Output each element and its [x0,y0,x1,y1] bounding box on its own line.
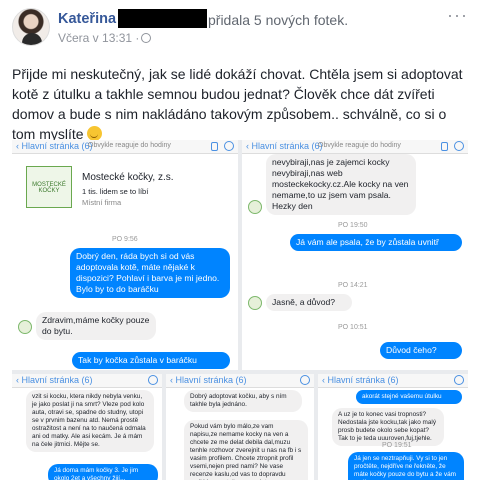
author-avatar[interactable] [12,8,50,46]
back-link: ‹ Hlavní stránka (6) [246,141,323,151]
incoming-message: Pokud vám bylo málo,ze vam napisu,ze nem… [184,420,308,480]
messenger-topbar: ‹ Hlavní stránka (6) [12,374,162,388]
photo-3[interactable]: ‹ Hlavní stránka (6) vzit si kocku, kter… [12,374,162,480]
messenger-topbar: ‹ Hlavní stránka (6) Obvykle reaguje do … [242,140,468,154]
messenger-topbar: ‹ Hlavní stránka (6) Obvykle reaguje do … [12,140,238,154]
incoming-message: A uz je to konec vasi tropnosti? Nedosta… [332,408,444,446]
author-name[interactable]: Kateřina [58,11,116,27]
incoming-message: vzit si kocku, ktera nikdy nebyla venku,… [26,390,154,452]
messenger-topbar: ‹ Hlavní stránka (6) [166,374,314,388]
gear-icon [300,375,310,385]
gear-icon [148,375,158,385]
page-avatar [248,296,262,310]
page-likes: 1 tis. lidem se to líbí [82,187,149,196]
page-type: Místní firma [82,198,122,207]
back-link: ‹ Hlavní stránka (6) [16,141,93,151]
photo-collage[interactable]: ‹ Hlavní stránka (6) Obvykle reaguje do … [12,140,468,480]
incoming-message: Jasně, a důvod? [266,294,352,311]
incoming-message: nevybiraji,nas je zajemci kocky nevybira… [266,154,416,215]
photo-4[interactable]: ‹ Hlavní stránka (6) Dobrý adoptovat koč… [166,374,314,480]
outgoing-message: Dobrý den, ráda bych si od vás adoptoval… [70,248,230,298]
more-options-icon[interactable]: ··· [447,5,468,26]
outgoing-message: Já doma mám kočky 3. Je jim okolo 2et a … [48,464,158,480]
message-time: PO 19:50 [338,222,368,229]
photo-1[interactable]: ‹ Hlavní stránka (6) Obvykle reaguje do … [12,140,238,370]
response-time-label: Obvykle reaguje do hodiny [88,142,171,149]
outgoing-message: Důvod čeho? [380,342,462,359]
message-time: PO 19:51 [382,442,412,449]
gear-icon [454,141,464,151]
outgoing-message: Já vám ale psala, že by zůstala uvnitř [290,234,462,251]
outgoing-message: akorát stejné vašemu útulku [356,390,462,404]
photo-2[interactable]: ‹ Hlavní stránka (6) Obvykle reaguje do … [242,140,468,370]
post-body: Přijde mi neskutečný, jak se lidé dokáží… [12,64,470,144]
back-link: ‹ Hlavní stránka (6) [16,375,93,385]
message-time: PO 10:51 [338,324,368,331]
outgoing-message: Já jen se neztrapňuji. Vy si to jen proč… [348,452,464,480]
page-avatar [18,320,32,334]
message-time: PO 14:21 [338,282,368,289]
outgoing-message: Tak by kočka zůstala v baráčku [72,352,230,369]
back-link: ‹ Hlavní stránka (6) [170,375,247,385]
messenger-topbar: ‹ Hlavní stránka (6) [318,374,468,388]
post-timestamp[interactable]: Včera v 13:31 · [58,31,139,45]
back-link: ‹ Hlavní stránka (6) [322,375,399,385]
incoming-message: Zdravim,máme kočky pouze do bytu. [36,312,156,340]
photo-5[interactable]: ‹ Hlavní stránka (6) akorát stejné vašem… [318,374,468,480]
redaction-bar [118,9,207,28]
post-action-text: přidala 5 nových fotek. [208,12,349,28]
page-name: Mostecké kočky, z.s. [82,172,174,183]
gear-icon [224,141,234,151]
gear-icon [454,375,464,385]
phone-icon [211,142,218,151]
smile-emoji-icon [87,126,103,141]
page-avatar [248,200,262,214]
phone-icon [441,142,448,151]
globe-icon [141,33,151,43]
post-text: Přijde mi neskutečný, jak se lidé dokáží… [12,66,463,142]
message-time: PO 9:56 [112,236,138,243]
response-time-label: Obvykle reaguje do hodiny [318,142,401,149]
page-logo: MOSTECKÉ KOČKY [26,166,72,208]
incoming-message: Dobrý adoptovat kočku, aby s ním takhle … [184,390,302,412]
